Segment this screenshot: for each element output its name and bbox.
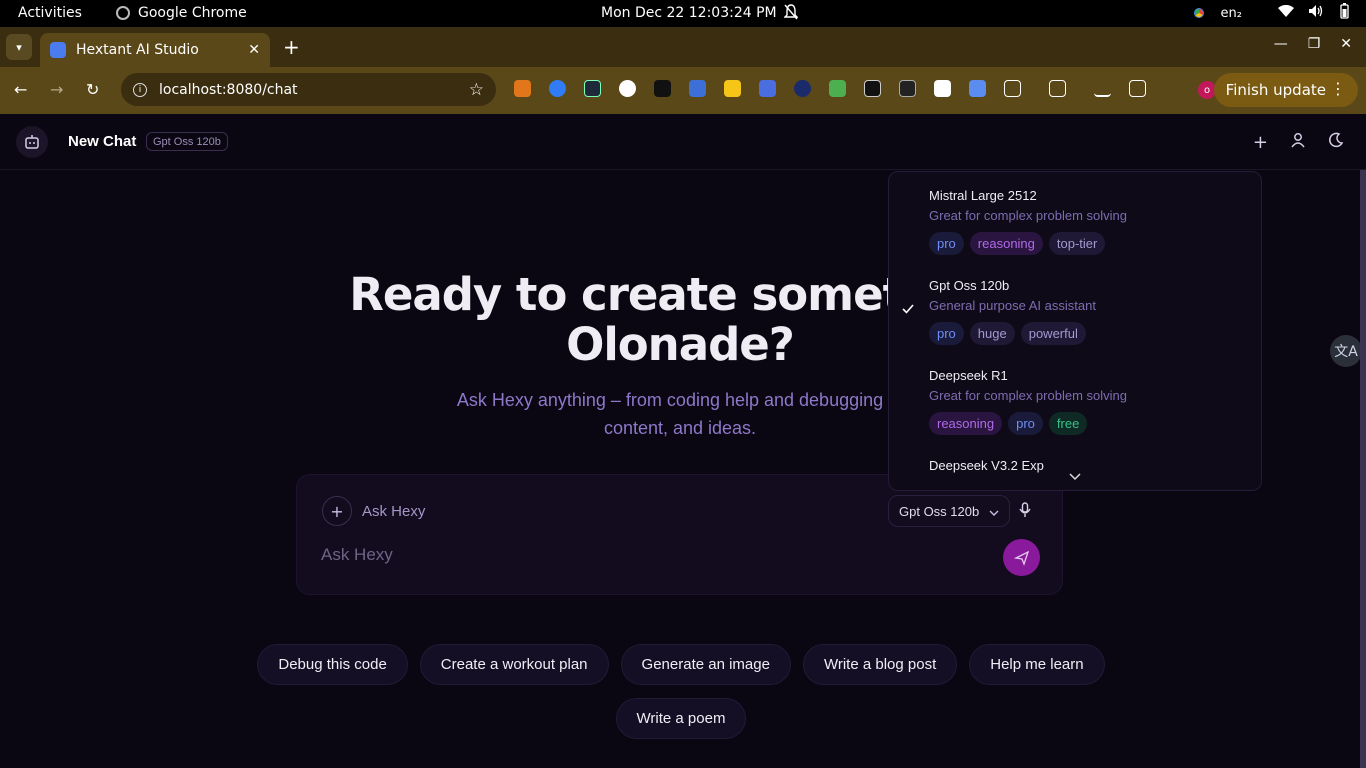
site-info-icon[interactable]: i bbox=[133, 82, 147, 97]
clock[interactable]: Mon Dec 22 12:03:24 PM bbox=[601, 5, 777, 21]
tab-strip: ▾ Hextant AI Studio ✕ + — ❐ ✕ bbox=[0, 27, 1366, 67]
model-option-deepseek-v3[interactable]: Deepseek V3.2 Exp bbox=[929, 458, 1044, 473]
reload-icon[interactable]: ↻ bbox=[86, 80, 99, 99]
app-menu[interactable]: Google Chrome bbox=[116, 5, 247, 21]
metamask-extension-icon[interactable] bbox=[514, 80, 531, 97]
url-text[interactable]: localhost:8080/chat bbox=[159, 82, 469, 98]
send-button[interactable] bbox=[1003, 539, 1040, 576]
extension-icon[interactable] bbox=[724, 80, 741, 97]
model-description: General purpose AI assistant bbox=[929, 298, 1096, 313]
extension-icon[interactable] bbox=[549, 80, 566, 97]
reading-list-icon[interactable] bbox=[1049, 80, 1066, 97]
scroll-down-chevron-icon[interactable] bbox=[1069, 470, 1081, 484]
suggestion-chips: Debug this code Create a workout plan Ge… bbox=[236, 644, 1126, 739]
dark-mode-moon-icon[interactable] bbox=[1328, 132, 1344, 153]
extension-icon[interactable] bbox=[759, 80, 776, 97]
finish-update-button[interactable]: Finish update ⋮ bbox=[1213, 73, 1358, 107]
extension-icon[interactable] bbox=[619, 80, 636, 97]
tab-search-button[interactable]: ▾ bbox=[6, 34, 32, 60]
address-bar[interactable]: i localhost:8080/chat ☆ bbox=[121, 73, 496, 106]
bookmark-star-icon[interactable]: ☆ bbox=[469, 80, 484, 100]
model-option-gpt-oss[interactable]: Gpt Oss 120b General purpose AI assistan… bbox=[929, 278, 1249, 345]
wifi-icon[interactable] bbox=[1278, 4, 1294, 22]
model-tag: powerful bbox=[1020, 322, 1086, 345]
suggestion-chip[interactable]: Write a blog post bbox=[802, 644, 958, 685]
message-input[interactable] bbox=[321, 545, 981, 565]
minimize-icon[interactable]: — bbox=[1274, 36, 1288, 52]
chrome-icon bbox=[116, 6, 130, 20]
activities-button[interactable]: Activities bbox=[18, 5, 82, 21]
translate-icon[interactable]: 文A bbox=[1330, 335, 1362, 367]
downloads-icon[interactable] bbox=[1094, 80, 1111, 97]
model-tag: free bbox=[1048, 412, 1088, 435]
model-tag: reasoning bbox=[969, 232, 1043, 255]
maximize-icon[interactable]: ❐ bbox=[1308, 36, 1321, 52]
extensions-puzzle-icon[interactable] bbox=[1004, 80, 1021, 97]
microphone-icon[interactable] bbox=[1019, 502, 1031, 522]
suggestion-chip[interactable]: Debug this code bbox=[257, 644, 408, 685]
extension-icon[interactable] bbox=[794, 80, 811, 97]
model-selector-button[interactable]: Gpt Oss 120b bbox=[888, 495, 1011, 527]
extension-icon[interactable] bbox=[969, 80, 986, 97]
extension-icon[interactable] bbox=[864, 80, 881, 97]
back-icon[interactable]: ← bbox=[14, 80, 27, 99]
model-tag: top-tier bbox=[1048, 232, 1106, 255]
model-tag: pro bbox=[929, 232, 964, 255]
keyboard-layout[interactable]: en₂ bbox=[1221, 6, 1242, 21]
user-icon[interactable] bbox=[1290, 132, 1306, 153]
finish-update-label: Finish update bbox=[1225, 81, 1326, 99]
model-option-mistral[interactable]: Mistral Large 2512 Great for complex pro… bbox=[929, 188, 1249, 255]
ask-hexy-label: Ask Hexy bbox=[362, 503, 426, 520]
extension-icon[interactable] bbox=[899, 80, 916, 97]
extension-icon[interactable] bbox=[829, 80, 846, 97]
close-tab-icon[interactable]: ✕ bbox=[248, 42, 260, 58]
model-tag: huge bbox=[969, 322, 1015, 345]
os-top-bar: Activities Google Chrome Mon Dec 22 12:0… bbox=[0, 0, 1366, 27]
model-tag: reasoning bbox=[929, 412, 1003, 435]
close-window-icon[interactable]: ✕ bbox=[1340, 36, 1352, 52]
model-description: Great for complex problem solving bbox=[929, 208, 1127, 223]
tab-title: Hextant AI Studio bbox=[76, 42, 199, 58]
suggestion-chip[interactable]: Help me learn bbox=[969, 644, 1105, 685]
model-tag: pro bbox=[1008, 412, 1043, 435]
extension-icon[interactable] bbox=[934, 80, 951, 97]
model-selector-label: Gpt Oss 120b bbox=[899, 503, 980, 519]
terminal-extension-icon[interactable] bbox=[584, 80, 601, 97]
extension-icon[interactable] bbox=[689, 80, 706, 97]
extensions-bar bbox=[514, 80, 1146, 97]
model-tag: pro bbox=[929, 322, 964, 345]
browser-toolbar: ← → ↻ i localhost:8080/chat ☆ o Finish u… bbox=[0, 67, 1366, 114]
app-header: New Chat Gpt Oss 120b + bbox=[0, 114, 1366, 170]
more-menu-icon[interactable]: ⋮ bbox=[1330, 79, 1346, 98]
suggestion-chip[interactable]: Create a workout plan bbox=[419, 644, 609, 685]
tab-hextant[interactable]: Hextant AI Studio ✕ bbox=[40, 33, 270, 67]
attach-plus-button[interactable]: + bbox=[322, 496, 352, 526]
volume-icon[interactable] bbox=[1308, 4, 1324, 22]
app-name: Google Chrome bbox=[138, 5, 247, 21]
model-option-deepseek-r1[interactable]: Deepseek R1 Great for complex problem so… bbox=[929, 368, 1249, 435]
current-model-badge: Gpt Oss 120b bbox=[146, 132, 228, 151]
chat-title: New Chat bbox=[68, 133, 137, 150]
media-controls-icon[interactable] bbox=[1129, 80, 1146, 97]
new-chat-plus-icon[interactable]: + bbox=[1253, 132, 1268, 153]
forward-icon[interactable]: → bbox=[50, 80, 63, 99]
site-favicon bbox=[50, 42, 66, 58]
battery-icon[interactable] bbox=[1338, 3, 1350, 23]
model-name: Mistral Large 2512 bbox=[929, 188, 1037, 203]
suggestion-chip[interactable]: Generate an image bbox=[620, 644, 791, 685]
model-name: Gpt Oss 120b bbox=[929, 278, 1010, 293]
model-dropdown: Mistral Large 2512 Great for complex pro… bbox=[888, 171, 1262, 491]
selected-check-icon bbox=[902, 303, 914, 318]
chrome-tray-icon[interactable] bbox=[1190, 5, 1207, 21]
suggestion-chip[interactable]: Write a poem bbox=[615, 698, 747, 739]
chat-composer: + Ask Hexy Gpt Oss 120b bbox=[296, 474, 1063, 595]
extension-icon[interactable] bbox=[654, 80, 671, 97]
page-scrollbar[interactable] bbox=[1360, 170, 1366, 768]
model-name: Deepseek R1 bbox=[929, 368, 1008, 383]
bot-icon[interactable] bbox=[16, 126, 48, 158]
new-tab-button[interactable]: + bbox=[283, 35, 300, 59]
model-description: Great for complex problem solving bbox=[929, 388, 1127, 403]
notifications-muted-icon bbox=[783, 4, 799, 24]
chevron-down-icon bbox=[989, 504, 999, 519]
